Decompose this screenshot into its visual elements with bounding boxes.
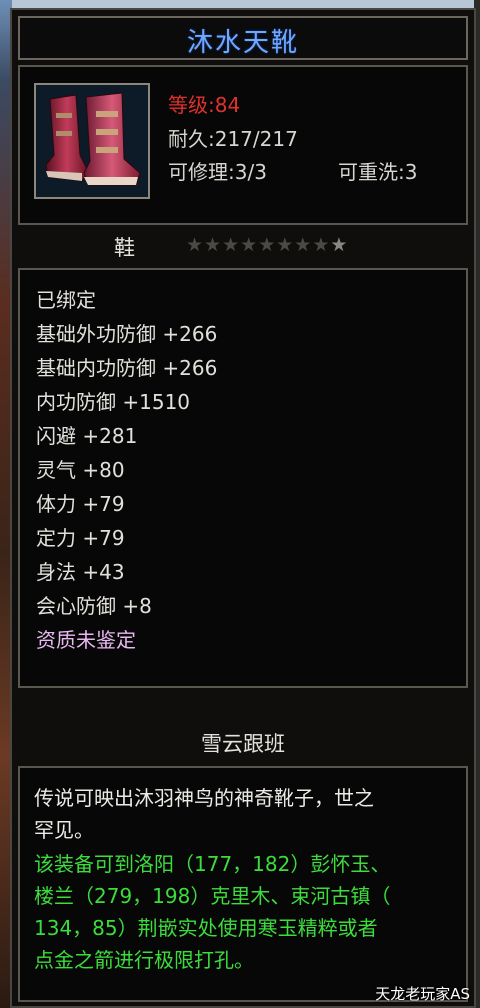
star-icon: ★ xyxy=(312,234,331,256)
description-line: 传说可映出沐羽神鸟的神奇靴子，世之 xyxy=(34,786,374,810)
watermark: 天龙老玩家AS xyxy=(375,985,470,1003)
item-rewashable: 可重洗:3 xyxy=(338,160,418,184)
item-repairable: 可修理:3/3 xyxy=(168,160,267,184)
description-box: 传说可映出沐羽神鸟的神奇靴子，世之 罕见。 该装备可到洛阳（177，182）彭怀… xyxy=(18,766,468,1002)
attribute-line: 闪避 +281 xyxy=(36,424,138,448)
attribute-line: 体力 +79 xyxy=(36,492,125,516)
star-icon: ★ xyxy=(204,234,223,256)
title-bar: 沐水天靴 xyxy=(18,16,468,60)
attribute-line: 内功防御 +1510 xyxy=(36,390,191,414)
star-icon: ★ xyxy=(258,234,277,256)
boots-icon xyxy=(34,83,150,199)
set-name-row: 雪云跟班 xyxy=(18,726,468,760)
item-type-row: 鞋 ★★★★★★★★★ xyxy=(18,230,468,264)
background-strip-top xyxy=(0,0,480,8)
star-icon: ★ xyxy=(186,234,205,256)
description-hint-line: 点金之箭进行极限打孔。 xyxy=(34,948,254,972)
attribute-line: 身法 +43 xyxy=(36,560,125,584)
description-line: 罕见。 xyxy=(34,818,94,842)
description-hint-line: 该装备可到洛阳（177，182）彭怀玉、 xyxy=(34,852,391,876)
description-hint-line: 楼兰（279，198）克里木、束河古镇（ xyxy=(34,884,391,908)
item-tooltip-panel: 沐水天靴 等级:84 耐久:217/217 可修理:3/3 可重洗:3 鞋 ★★… xyxy=(10,8,476,1008)
item-level: 等级:84 xyxy=(168,93,241,117)
star-icon: ★ xyxy=(276,234,295,256)
description-hint-line: 134，85）荆嵌实处使用寒玉精粹或者 xyxy=(34,916,378,940)
star-icon: ★ xyxy=(222,234,241,256)
set-name: 雪云跟班 xyxy=(201,732,285,756)
star-icon: ★ xyxy=(294,234,313,256)
attribute-list: 已绑定 基础外功防御 +266 基础内功防御 +266 内功防御 +1510 闪… xyxy=(18,268,468,688)
attribute-line: 基础内功防御 +266 xyxy=(36,356,218,380)
attribute-bound: 已绑定 xyxy=(36,288,96,312)
item-type-label: 鞋 xyxy=(114,236,135,260)
star-icon: ★ xyxy=(240,234,259,256)
star-rating: ★★★★★★★★★ xyxy=(186,234,348,256)
attribute-line: 灵气 +80 xyxy=(36,458,125,482)
item-durability: 耐久:217/217 xyxy=(168,127,298,151)
attribute-line: 会心防御 +8 xyxy=(36,594,152,618)
item-name: 沐水天靴 xyxy=(186,28,299,58)
attribute-unidentified: 资质未鉴定 xyxy=(36,628,136,652)
star-icon: ★ xyxy=(330,234,349,256)
attribute-line: 基础外功防御 +266 xyxy=(36,322,218,346)
attribute-line: 定力 +79 xyxy=(36,526,125,550)
item-info-box: 等级:84 耐久:217/217 可修理:3/3 可重洗:3 xyxy=(18,65,468,225)
